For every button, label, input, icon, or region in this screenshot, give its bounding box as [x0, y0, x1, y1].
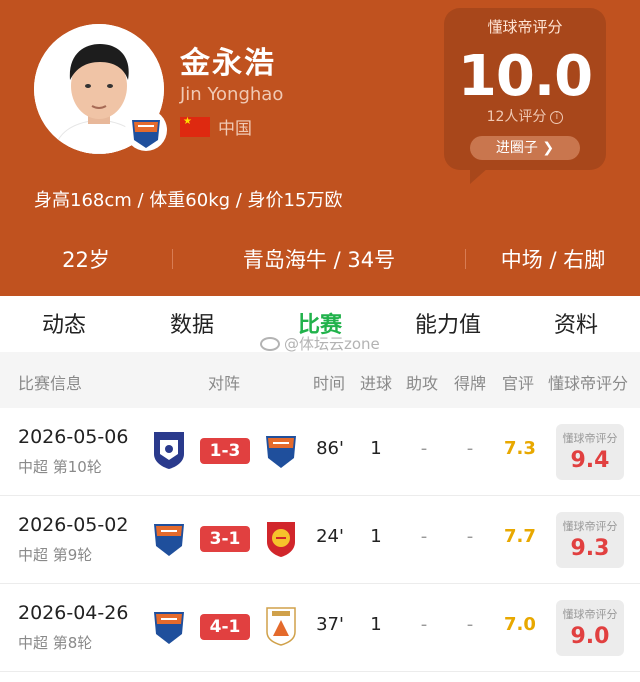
- minutes-played: 86': [316, 438, 344, 459]
- shanghai-port-crest-icon: [267, 522, 295, 557]
- tab-data[interactable]: 数据: [128, 307, 256, 339]
- player-name-cn: 金永浩: [180, 46, 276, 81]
- rating-count-label: 12人评分: [486, 109, 547, 125]
- match-date: 2026-05-02: [18, 514, 129, 536]
- dqd-rating-label: 懂球帝评分: [562, 608, 618, 621]
- player-name-en: Jin Yonghao: [180, 84, 284, 105]
- qingdao-hainiu-badge-icon: [125, 109, 167, 151]
- th-time: 时间: [313, 374, 346, 393]
- dqd-rating-label: 懂球帝评分: [562, 432, 618, 445]
- minutes-played: 37': [316, 614, 344, 635]
- assists: -: [420, 438, 428, 459]
- table-header: 比赛信息 对阵 时间 进球 助攻 得牌 官评 懂球帝评分: [0, 352, 640, 408]
- info-icon[interactable]: i: [550, 110, 564, 124]
- nationality: 中国: [180, 114, 252, 139]
- match-score: 3-1: [200, 526, 250, 552]
- china-flag-icon: [180, 116, 210, 137]
- match-row[interactable]: 2026-05-02 中超 第9轮 3-1 24' 1 - - 7.7 懂球帝评…: [0, 496, 640, 584]
- dqd-rating-card: 懂球帝评分 9.4: [556, 424, 624, 480]
- dqd-rating-value: 9.3: [570, 536, 610, 561]
- assists: -: [420, 614, 428, 635]
- official-rating: 7.7: [504, 526, 536, 547]
- club-number: 青岛海牛 / 34号: [242, 248, 396, 272]
- player-header: 金永浩 Jin Yonghao 中国 懂球帝评分 10.0 12人评分i 进圈子…: [0, 0, 640, 296]
- nationality-label: 中国: [218, 119, 252, 139]
- qingdao-hainiu-crest-icon: [266, 436, 296, 468]
- rating-count: 12人评分 i: [444, 106, 606, 126]
- dqd-rating-value: 9.4: [570, 448, 610, 473]
- match-row[interactable]: 2026-05-06 中超 第10轮 1-3 86' 1 - - 7.3 懂球帝…: [0, 408, 640, 496]
- th-goals: 进球: [360, 374, 393, 393]
- qingdao-hainiu-crest-icon: [154, 612, 184, 644]
- cards: -: [466, 526, 474, 547]
- dqd-rating-card: 懂球帝评分 9.0: [556, 600, 624, 656]
- dqd-rating-card: 懂球帝评分 9.3: [556, 512, 624, 568]
- th-official: 官评: [502, 374, 535, 393]
- age: 22岁: [62, 248, 110, 272]
- goals: 1: [370, 438, 382, 459]
- dqd-rating-label: 懂球帝评分: [562, 520, 618, 533]
- shield-crest-icon: [154, 432, 184, 469]
- match-row[interactable]: 2026-04-26 中超 第8轮 4-1 37' 1 - - 7.0 懂球帝评…: [0, 584, 640, 672]
- enter-circle-button[interactable]: 进圈子 ❯: [470, 136, 580, 160]
- th-match-info: 比赛信息: [18, 374, 83, 393]
- weibo-icon: [260, 336, 280, 351]
- taishan-crest-icon: [266, 607, 296, 646]
- official-rating: 7.0: [504, 614, 536, 635]
- goals: 1: [370, 614, 382, 635]
- th-dqd: 懂球帝评分: [548, 374, 629, 393]
- match-score: 4-1: [200, 614, 250, 640]
- rating-value: 10.0: [457, 44, 593, 109]
- watermark-text: @体坛云zone: [284, 335, 380, 353]
- tab-feed[interactable]: 动态: [0, 307, 128, 339]
- goals: 1: [370, 526, 382, 547]
- assists: -: [420, 526, 428, 547]
- cards: -: [466, 614, 474, 635]
- minutes-played: 24': [316, 526, 344, 547]
- th-assists: 助攻: [406, 374, 439, 393]
- match-score: 1-3: [200, 438, 250, 464]
- th-matchup: 对阵: [208, 374, 241, 393]
- th-cards: 得牌: [454, 374, 487, 393]
- body-info: 身高168cm / 体重60kg / 身价15万欧: [34, 190, 343, 211]
- match-round: 中超 第10轮: [18, 458, 102, 476]
- rating-title: 懂球帝评分: [487, 18, 563, 36]
- match-round: 中超 第8轮: [18, 634, 93, 652]
- tab-profile[interactable]: 资料: [512, 307, 640, 339]
- watermark: @体坛云zone: [260, 333, 380, 354]
- match-date: 2026-04-26: [18, 602, 129, 624]
- position-foot: 中场 / 右脚: [500, 248, 606, 272]
- tab-ability[interactable]: 能力值: [384, 307, 512, 339]
- rating-card: 懂球帝评分 10.0 12人评分 i 进圈子 ❯: [444, 8, 606, 184]
- cards: -: [466, 438, 474, 459]
- qingdao-hainiu-crest-icon: [154, 524, 184, 556]
- official-rating: 7.3: [504, 438, 536, 459]
- stat-row: 22岁 青岛海牛 / 34号 中场 / 右脚: [0, 224, 640, 294]
- dqd-rating-value: 9.0: [570, 624, 610, 649]
- match-round: 中超 第9轮: [18, 546, 93, 564]
- match-date: 2026-05-06: [18, 426, 129, 448]
